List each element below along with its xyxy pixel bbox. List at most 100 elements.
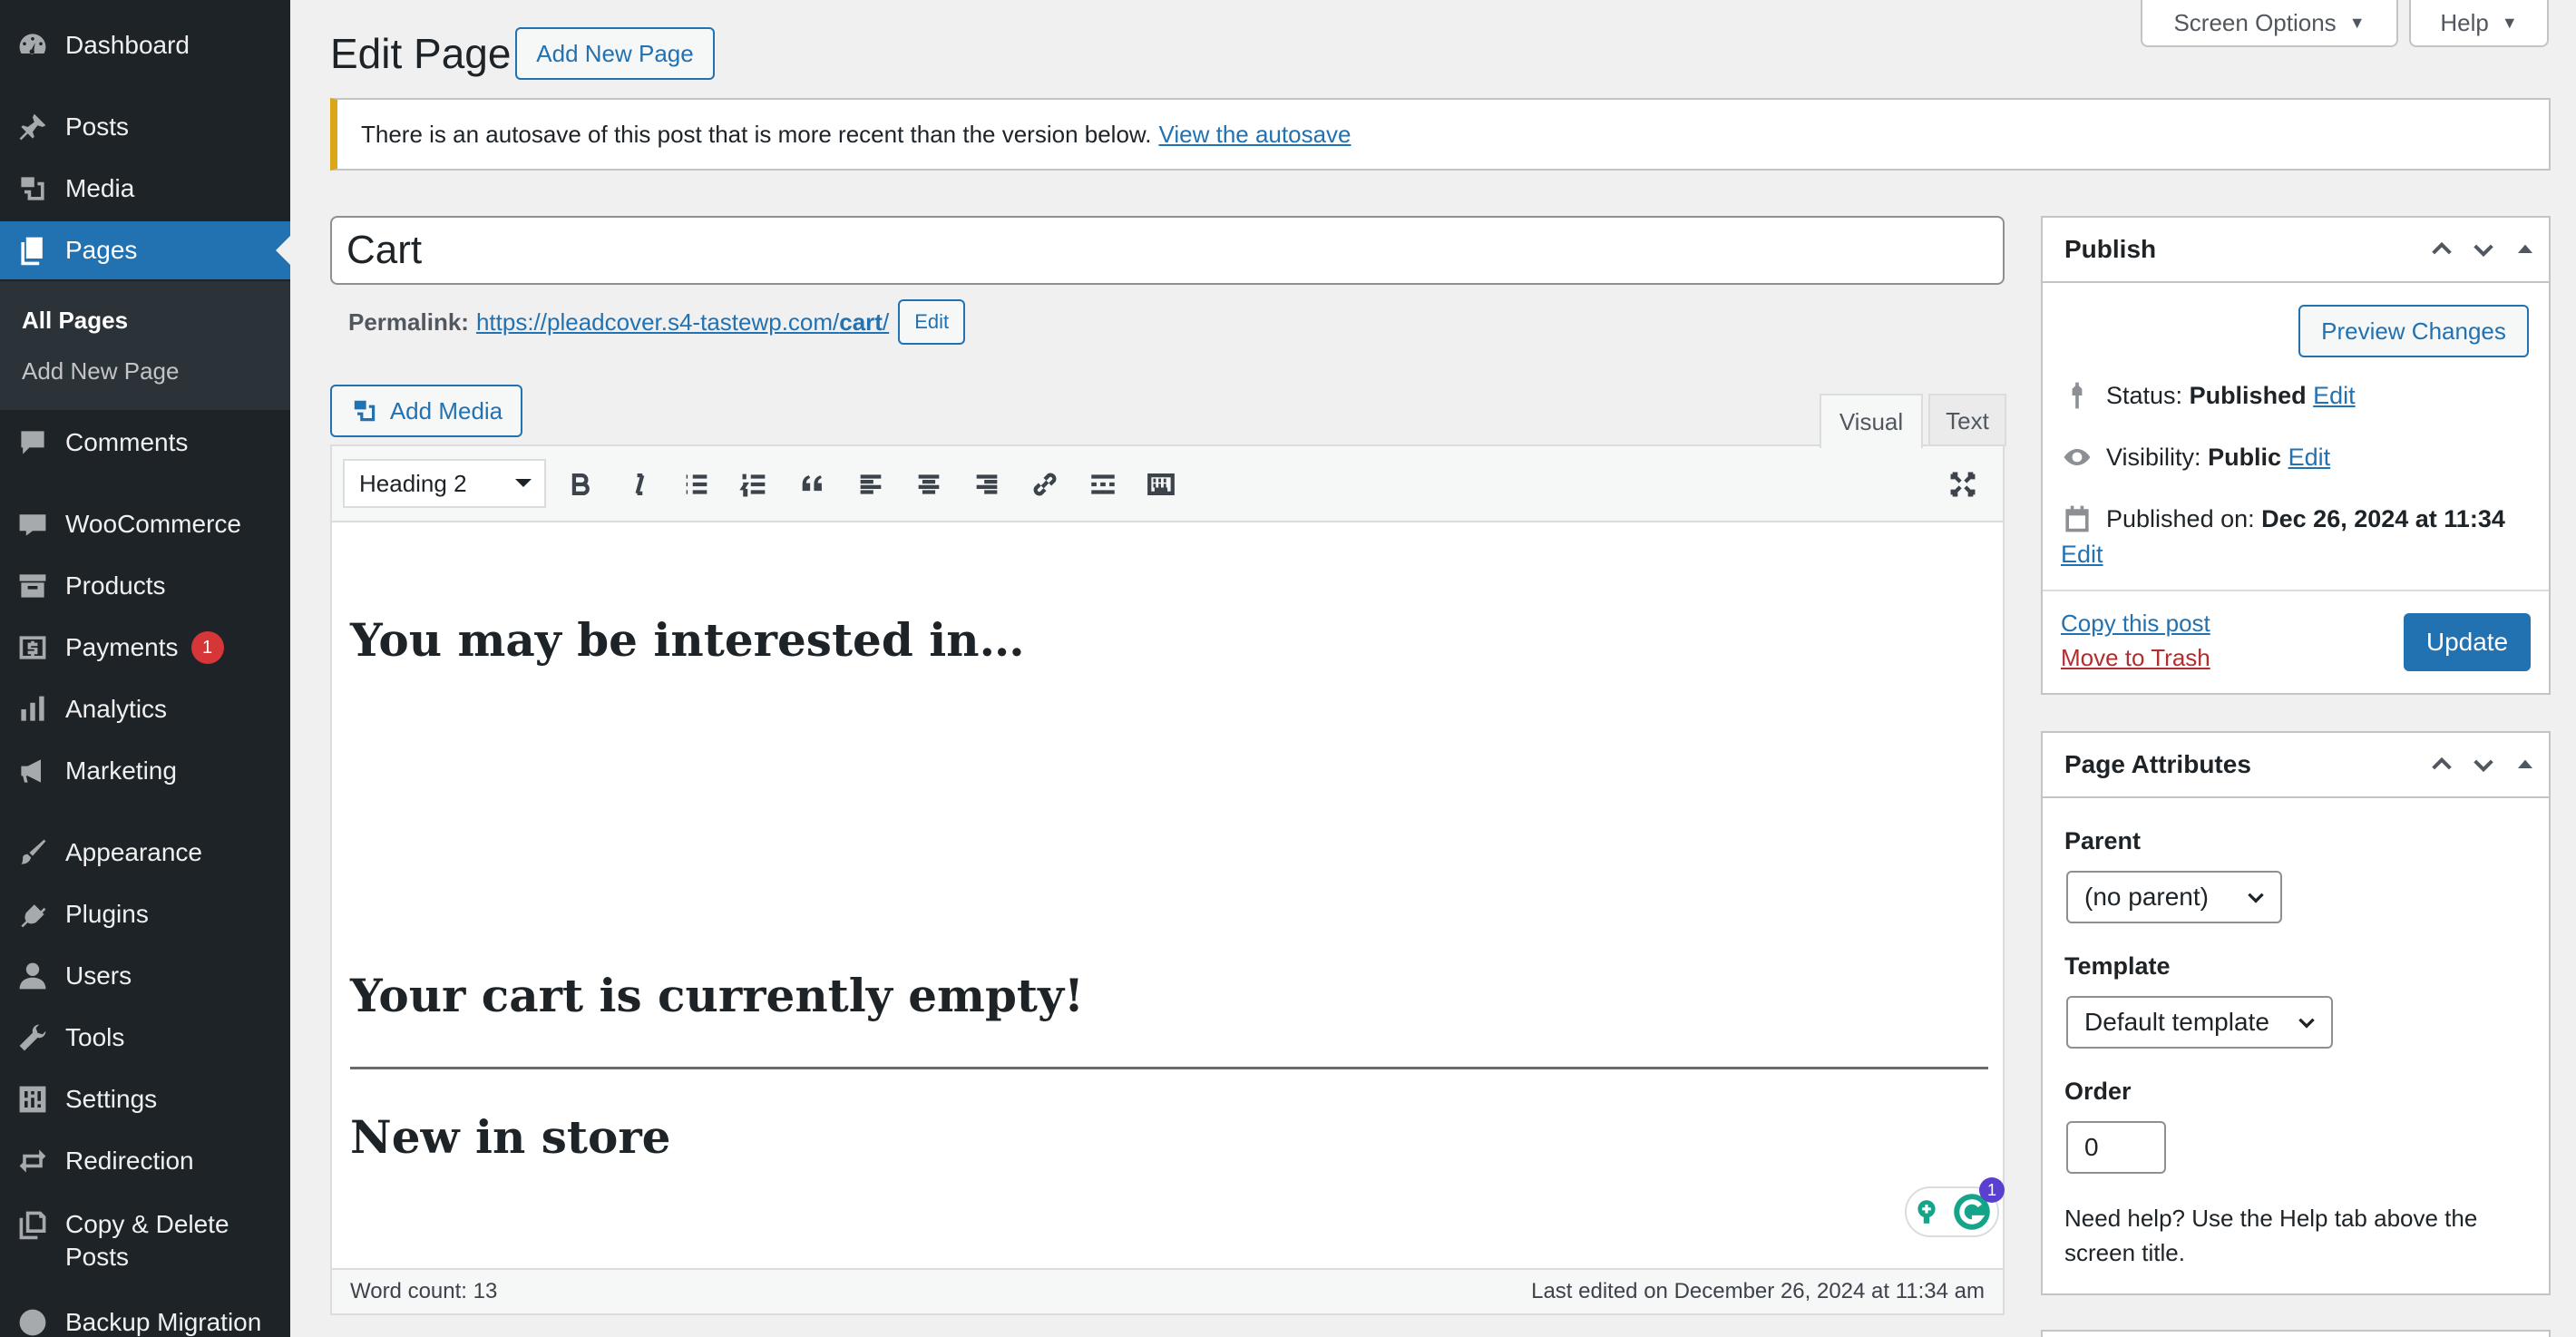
italic-button[interactable] [617,463,660,506]
menu-tools[interactable]: Tools [0,1009,290,1067]
edit-date-link[interactable]: Edit [2061,541,2103,569]
caret-down-icon: ▼ [2348,13,2366,32]
menu-products[interactable]: Products [0,557,290,615]
menu-label: Tools [65,1023,125,1051]
pin-icon [2072,382,2083,409]
chevron-up-icon[interactable] [2427,750,2456,779]
menu-label: Plugins [65,900,149,928]
numbered-list-button[interactable] [733,463,776,506]
bold-button[interactable] [559,463,602,506]
page-title: Edit Page [330,30,512,77]
toolbar-toggle-button[interactable] [1139,463,1183,506]
content-editor: Heading 2 You may be interested in… Your… [330,444,2005,1315]
lightbulb-icon [1917,1200,1936,1224]
last-edited: Last edited on December 26, 2024 at 11:3… [1531,1279,1985,1303]
align-right-button[interactable] [965,463,1009,506]
collapse-toggle-icon[interactable] [2511,750,2540,779]
menu-payments[interactable]: Payments 1 [0,619,290,677]
italic-icon [635,473,645,496]
add-media-button[interactable]: Add Media [330,385,522,437]
menu-backup-migration[interactable]: Backup Migration [0,1293,290,1337]
chevron-up-icon[interactable] [2427,235,2456,264]
grammarly-widget[interactable]: 1 [1905,1177,2005,1237]
menu-dashboard[interactable]: Dashboard [0,16,290,74]
tab-text[interactable]: Text [1928,394,2006,446]
chevron-down-icon[interactable] [2469,235,2498,264]
menu-appearance[interactable]: Appearance [0,824,290,882]
menu-comments[interactable]: Comments [0,414,290,472]
submenu-add-new-page[interactable]: Add New Page [22,357,179,385]
permalink-label: Permalink: [348,307,469,336]
horizontal-rule [350,1067,1988,1069]
menu-posts[interactable]: Posts [0,98,290,156]
menu-marketing[interactable]: Marketing [0,742,290,800]
fullscreen-button[interactable] [1941,463,1985,506]
permalink-link[interactable]: https://pleadcover.s4-tastewp.com/cart/ [476,308,889,337]
tab-visual[interactable]: Visual [1820,394,1923,448]
screen-options-button[interactable]: Screen Options ▼ [2141,0,2398,47]
menu-label: Copy & Delete Posts [65,1210,229,1271]
dollar-icon [15,631,51,664]
menu-copy-delete-posts[interactable]: Copy & Delete Posts [0,1199,290,1272]
quote-icon [802,475,822,492]
help-label: Help [2440,8,2489,36]
blockquote-button[interactable] [791,463,834,506]
menu-label: Settings [65,1085,158,1113]
insert-link-button[interactable] [1023,463,1067,506]
menu-label: Marketing [65,756,177,785]
update-button[interactable]: Update [2404,613,2531,671]
bold-icon [571,473,590,496]
parent-label: Parent [2064,827,2142,854]
menu-label: Redirection [65,1147,194,1175]
submenu-all-pages[interactable]: All Pages [22,307,128,335]
brush-icon [15,836,51,869]
menu-woocommerce[interactable]: WooCommerce [0,495,290,553]
editor-content[interactable]: You may be interested in… Your cart is c… [332,522,2003,1266]
edit-visibility-link[interactable]: Edit [2288,444,2331,472]
menu-label: Comments [65,428,189,456]
published-label: Published on: [2106,504,2255,532]
menu-settings[interactable]: Settings [0,1070,290,1128]
collapse-toggle-icon[interactable] [2511,235,2540,264]
order-input[interactable]: 0 [2066,1121,2166,1174]
template-select[interactable]: Default template [2066,996,2333,1049]
chevron-down-icon [2248,893,2264,903]
menu-analytics[interactable]: Analytics [0,680,290,738]
align-center-button[interactable] [907,463,951,506]
published-value: Dec 26, 2024 at 11:34 [2261,504,2505,532]
menu-label: Dashboard [65,31,190,59]
add-new-page-button[interactable]: Add New Page [515,27,715,80]
align-left-icon [860,474,882,494]
menu-users[interactable]: Users [0,947,290,1005]
view-autosave-link[interactable]: View the autosave [1158,121,1351,149]
format-select[interactable]: Heading 2 [343,459,546,508]
move-to-trash-link[interactable]: Move to Trash [2061,644,2210,672]
align-left-button[interactable] [849,463,893,506]
status-row: Status: Published Edit [2061,379,2356,412]
copy-post-link[interactable]: Copy this post [2061,610,2210,638]
archive-icon [15,570,51,602]
align-center-icon [918,474,940,494]
parent-select[interactable]: (no parent) [2066,871,2282,923]
insert-more-button[interactable] [1081,463,1125,506]
preview-changes-button[interactable]: Preview Changes [2298,305,2529,357]
bullet-list-icon [686,474,707,494]
bullet-list-button[interactable] [675,463,718,506]
post-title-input[interactable]: Cart [330,216,2005,285]
edit-status-link[interactable]: Edit [2313,382,2356,410]
menu-plugins[interactable]: Plugins [0,885,290,943]
status-value: Published [2189,381,2307,409]
wrench-icon [15,1021,51,1054]
read-more-icon [1091,474,1115,494]
menu-redirection[interactable]: Redirection [0,1132,290,1190]
chevron-down-icon[interactable] [2469,750,2498,779]
menu-media[interactable]: Media [0,160,290,218]
help-button[interactable]: Help ▼ [2409,0,2549,47]
user-icon [15,960,51,992]
calendar-icon [2065,505,2089,532]
publish-panel-header: Publish [2043,218,2549,283]
menu-pages[interactable]: Pages [0,221,290,279]
permalink-edit-button[interactable]: Edit [898,299,966,345]
menu-label: Media [65,174,135,202]
parent-value: (no parent) [2084,883,2209,911]
